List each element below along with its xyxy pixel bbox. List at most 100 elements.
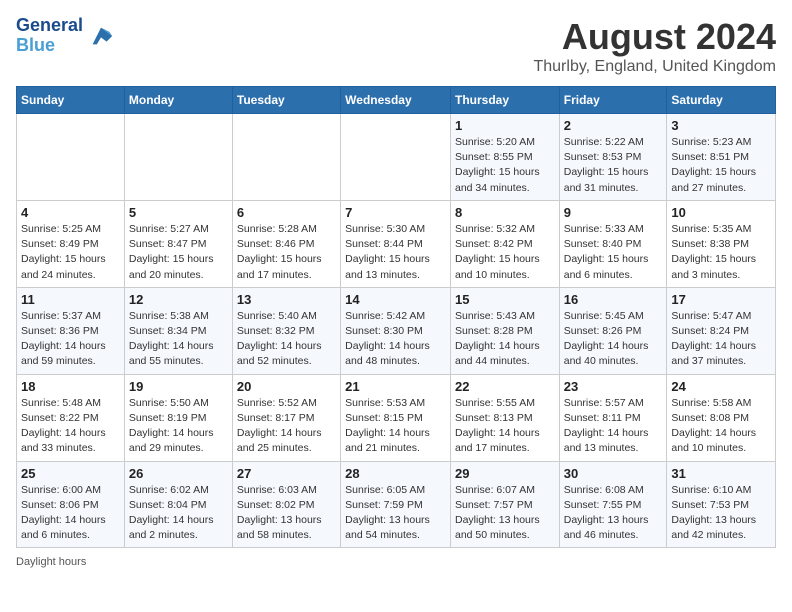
day-number: 27 bbox=[237, 466, 336, 481]
calendar-cell: 31 Sunrise: 6:10 AM Sunset: 7:53 PM Dayli… bbox=[667, 461, 776, 548]
day-info: Sunrise: 6:07 AM Sunset: 7:57 PM Dayligh… bbox=[455, 483, 555, 544]
calendar-cell: 14Sunrise: 5:42 AM Sunset: 8:30 PM Dayli… bbox=[341, 287, 451, 374]
calendar-cell: 26 Sunrise: 6:02 AM Sunset: 8:04 PM Dayli… bbox=[124, 461, 232, 548]
col-header-saturday: Saturday bbox=[667, 87, 776, 114]
day-number: 12 bbox=[129, 292, 228, 307]
day-number: 1 bbox=[455, 118, 555, 133]
day-info: Sunrise: 5:27 AM Sunset: 8:47 PM Dayligh… bbox=[129, 222, 228, 283]
day-info: Sunrise: 5:40 AM Sunset: 8:32 PM Dayligh… bbox=[237, 309, 336, 370]
day-info: Sunrise: 5:33 AM Sunset: 8:40 PM Dayligh… bbox=[564, 222, 663, 283]
calendar-cell: 9Sunrise: 5:33 AM Sunset: 8:40 PM Daylig… bbox=[559, 200, 667, 287]
calendar-cell: 7 Sunrise: 5:30 AM Sunset: 8:44 PM Daylig… bbox=[341, 200, 451, 287]
day-number: 19 bbox=[129, 379, 228, 394]
day-number: 31 bbox=[671, 466, 771, 481]
day-info: Sunrise: 5:47 AM Sunset: 8:24 PM Dayligh… bbox=[671, 309, 771, 370]
footer-note: Daylight hours bbox=[16, 556, 776, 568]
calendar-cell: 27 Sunrise: 6:03 AM Sunset: 8:02 PM Dayli… bbox=[232, 461, 340, 548]
day-number: 3 bbox=[671, 118, 771, 133]
calendar-cell: 16 Sunrise: 5:45 AM Sunset: 8:26 PM Dayli… bbox=[559, 287, 667, 374]
day-info: Sunrise: 6:03 AM Sunset: 8:02 PM Dayligh… bbox=[237, 483, 336, 544]
calendar-cell: 21 Sunrise: 5:53 AM Sunset: 8:15 PM Dayli… bbox=[341, 374, 451, 461]
calendar-cell: 15 Sunrise: 5:43 AM Sunset: 8:28 PM Dayli… bbox=[450, 287, 559, 374]
day-info: Sunrise: 5:52 AM Sunset: 8:17 PM Dayligh… bbox=[237, 396, 336, 457]
day-number: 6 bbox=[237, 205, 336, 220]
calendar-cell: 3 Sunrise: 5:23 AM Sunset: 8:51 PM Daylig… bbox=[667, 114, 776, 201]
calendar-cell: 30 Sunrise: 6:08 AM Sunset: 7:55 PM Dayli… bbox=[559, 461, 667, 548]
col-header-thursday: Thursday bbox=[450, 87, 559, 114]
day-number: 30 bbox=[564, 466, 663, 481]
logo: GeneralBlue bbox=[16, 16, 115, 56]
day-info: Sunrise: 5:43 AM Sunset: 8:28 PM Dayligh… bbox=[455, 309, 555, 370]
calendar-cell: 6 Sunrise: 5:28 AM Sunset: 8:46 PM Daylig… bbox=[232, 200, 340, 287]
calendar-cell: 22 Sunrise: 5:55 AM Sunset: 8:13 PM Dayli… bbox=[450, 374, 559, 461]
day-number: 11 bbox=[21, 292, 120, 307]
day-number: 2 bbox=[564, 118, 663, 133]
calendar-cell: 12 Sunrise: 5:38 AM Sunset: 8:34 PM Dayli… bbox=[124, 287, 232, 374]
calendar-cell: 24Sunrise: 5:58 AM Sunset: 8:08 PM Dayli… bbox=[667, 374, 776, 461]
day-number: 7 bbox=[345, 205, 446, 220]
calendar-table: SundayMondayTuesdayWednesdayThursdayFrid… bbox=[16, 86, 776, 548]
day-number: 23 bbox=[564, 379, 663, 394]
col-header-wednesday: Wednesday bbox=[341, 87, 451, 114]
day-number: 16 bbox=[564, 292, 663, 307]
day-number: 10 bbox=[671, 205, 771, 220]
day-info: Sunrise: 5:28 AM Sunset: 8:46 PM Dayligh… bbox=[237, 222, 336, 283]
day-number: 5 bbox=[129, 205, 228, 220]
calendar-cell: 17Sunrise: 5:47 AM Sunset: 8:24 PM Dayli… bbox=[667, 287, 776, 374]
day-number: 21 bbox=[345, 379, 446, 394]
day-info: Sunrise: 5:20 AM Sunset: 8:55 PM Dayligh… bbox=[455, 135, 555, 196]
logo-icon bbox=[87, 22, 115, 50]
page-header: GeneralBlue August 2024 Thurlby, England… bbox=[16, 16, 776, 76]
day-number: 18 bbox=[21, 379, 120, 394]
day-info: Sunrise: 5:25 AM Sunset: 8:49 PM Dayligh… bbox=[21, 222, 120, 283]
day-info: Sunrise: 5:23 AM Sunset: 8:51 PM Dayligh… bbox=[671, 135, 771, 196]
day-number: 28 bbox=[345, 466, 446, 481]
calendar-cell bbox=[341, 114, 451, 201]
day-number: 14 bbox=[345, 292, 446, 307]
day-number: 15 bbox=[455, 292, 555, 307]
day-number: 4 bbox=[21, 205, 120, 220]
day-info: Sunrise: 5:38 AM Sunset: 8:34 PM Dayligh… bbox=[129, 309, 228, 370]
day-info: Sunrise: 5:32 AM Sunset: 8:42 PM Dayligh… bbox=[455, 222, 555, 283]
day-info: Sunrise: 5:50 AM Sunset: 8:19 PM Dayligh… bbox=[129, 396, 228, 457]
calendar-cell: 23 Sunrise: 5:57 AM Sunset: 8:11 PM Dayli… bbox=[559, 374, 667, 461]
day-info: Sunrise: 6:10 AM Sunset: 7:53 PM Dayligh… bbox=[671, 483, 771, 544]
calendar-cell: 1 Sunrise: 5:20 AM Sunset: 8:55 PM Daylig… bbox=[450, 114, 559, 201]
day-info: Sunrise: 6:00 AM Sunset: 8:06 PM Dayligh… bbox=[21, 483, 120, 544]
calendar-cell: 13 Sunrise: 5:40 AM Sunset: 8:32 PM Dayli… bbox=[232, 287, 340, 374]
day-info: Sunrise: 5:53 AM Sunset: 8:15 PM Dayligh… bbox=[345, 396, 446, 457]
day-info: Sunrise: 5:30 AM Sunset: 8:44 PM Dayligh… bbox=[345, 222, 446, 283]
day-info: Sunrise: 5:57 AM Sunset: 8:11 PM Dayligh… bbox=[564, 396, 663, 457]
day-info: Sunrise: 5:45 AM Sunset: 8:26 PM Dayligh… bbox=[564, 309, 663, 370]
calendar-cell: 4 Sunrise: 5:25 AM Sunset: 8:49 PM Daylig… bbox=[17, 200, 125, 287]
calendar-cell: 2 Sunrise: 5:22 AM Sunset: 8:53 PM Daylig… bbox=[559, 114, 667, 201]
calendar-cell: 19 Sunrise: 5:50 AM Sunset: 8:19 PM Dayli… bbox=[124, 374, 232, 461]
logo-text: GeneralBlue bbox=[16, 16, 83, 56]
day-info: Sunrise: 6:05 AM Sunset: 7:59 PM Dayligh… bbox=[345, 483, 446, 544]
day-number: 25 bbox=[21, 466, 120, 481]
calendar-cell: 10Sunrise: 5:35 AM Sunset: 8:38 PM Dayli… bbox=[667, 200, 776, 287]
calendar-cell: 8Sunrise: 5:32 AM Sunset: 8:42 PM Daylig… bbox=[450, 200, 559, 287]
calendar-cell: 18 Sunrise: 5:48 AM Sunset: 8:22 PM Dayli… bbox=[17, 374, 125, 461]
day-info: Sunrise: 5:48 AM Sunset: 8:22 PM Dayligh… bbox=[21, 396, 120, 457]
day-info: Sunrise: 5:22 AM Sunset: 8:53 PM Dayligh… bbox=[564, 135, 663, 196]
day-info: Sunrise: 6:08 AM Sunset: 7:55 PM Dayligh… bbox=[564, 483, 663, 544]
calendar-cell: 11 Sunrise: 5:37 AM Sunset: 8:36 PM Dayli… bbox=[17, 287, 125, 374]
day-info: Sunrise: 5:37 AM Sunset: 8:36 PM Dayligh… bbox=[21, 309, 120, 370]
month-title: August 2024 bbox=[533, 16, 776, 58]
col-header-friday: Friday bbox=[559, 87, 667, 114]
day-number: 24 bbox=[671, 379, 771, 394]
calendar-cell: 29 Sunrise: 6:07 AM Sunset: 7:57 PM Dayli… bbox=[450, 461, 559, 548]
calendar-cell bbox=[17, 114, 125, 201]
calendar-cell bbox=[124, 114, 232, 201]
calendar-cell: 28 Sunrise: 6:05 AM Sunset: 7:59 PM Dayli… bbox=[341, 461, 451, 548]
calendar-cell bbox=[232, 114, 340, 201]
day-number: 13 bbox=[237, 292, 336, 307]
day-number: 22 bbox=[455, 379, 555, 394]
day-info: Sunrise: 5:55 AM Sunset: 8:13 PM Dayligh… bbox=[455, 396, 555, 457]
day-info: Sunrise: 6:02 AM Sunset: 8:04 PM Dayligh… bbox=[129, 483, 228, 544]
col-header-monday: Monday bbox=[124, 87, 232, 114]
day-number: 26 bbox=[129, 466, 228, 481]
col-header-tuesday: Tuesday bbox=[232, 87, 340, 114]
day-number: 29 bbox=[455, 466, 555, 481]
